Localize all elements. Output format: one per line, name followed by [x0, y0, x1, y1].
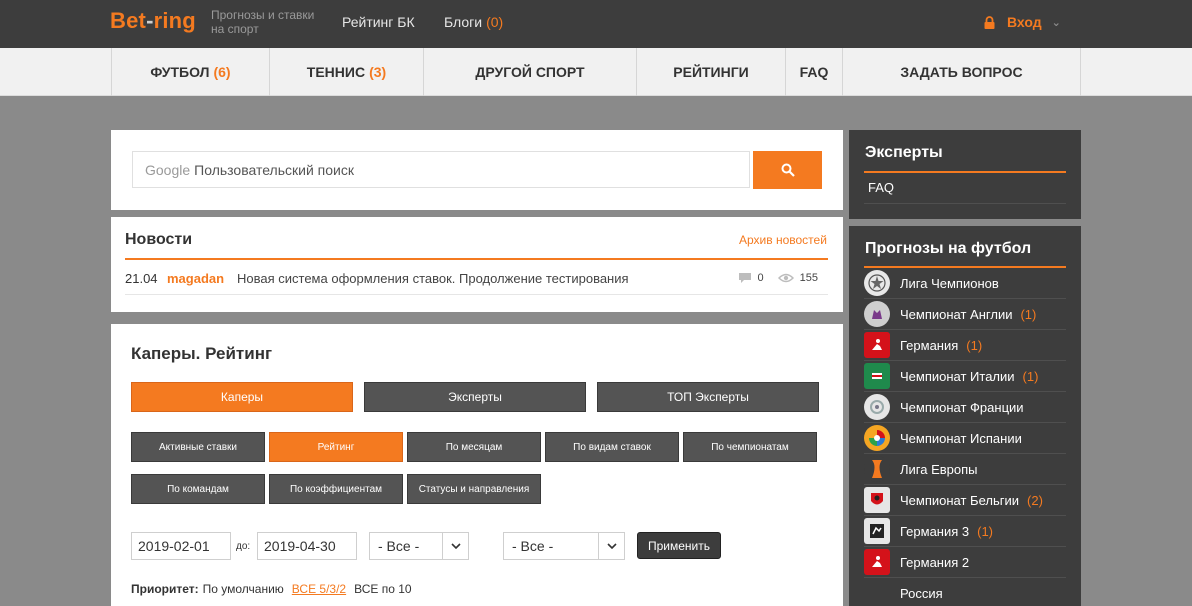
russia-league-icon [864, 581, 890, 606]
football-title: Прогнозы на футбол [865, 240, 1032, 257]
nav-other-sport[interactable]: Другой спорт [423, 48, 636, 96]
league-france[interactable]: Чемпионат Франции [864, 392, 1066, 423]
league-russia[interactable]: Россия [864, 578, 1066, 606]
date-separator: до: [236, 541, 251, 552]
chevron-down-icon [598, 533, 624, 559]
tab-top-experts[interactable]: ТОП Эксперты [597, 382, 819, 412]
league-germany-2[interactable]: Германия 2 [864, 547, 1066, 578]
subtab-by-odds[interactable]: По коэффициентам [269, 474, 403, 504]
league-germany-3[interactable]: Германия 3 (1) [864, 516, 1066, 547]
subtab-by-championships[interactable]: По чемпионатам [683, 432, 817, 462]
league-champions-league[interactable]: Лига Чемпионов [864, 268, 1066, 299]
blogs-link[interactable]: Блоги (0) [444, 14, 503, 30]
login-button[interactable]: Вход ⌄ [984, 14, 1061, 30]
ligue-1-icon [864, 394, 890, 420]
league-europa[interactable]: Лига Европы [864, 454, 1066, 485]
nav-faq[interactable]: FAQ [785, 48, 842, 96]
nav-tennis[interactable]: Теннис (3) [269, 48, 423, 96]
europa-league-icon [864, 456, 890, 482]
divider [864, 203, 1066, 204]
bundesliga-icon [864, 332, 890, 358]
filter-select-2[interactable]: - Все - [503, 532, 625, 560]
tab-cappers[interactable]: Каперы [131, 382, 353, 412]
priority-all-10[interactable]: ВСЕ по 10 [354, 582, 411, 596]
date-to-input[interactable]: 2019-04-30 [257, 532, 357, 560]
eye-icon [777, 273, 794, 283]
news-title: Новости [125, 231, 193, 248]
league-belgium[interactable]: Чемпионат Бельгии (2) [864, 485, 1066, 516]
chevron-down-icon: ⌄ [1051, 16, 1061, 29]
search-input[interactable]: Google Пользовательский поиск [132, 151, 750, 188]
news-item[interactable]: 21.04 magadan Новая система оформления с… [125, 262, 828, 295]
experts-divider [864, 171, 1066, 173]
champions-league-icon [864, 270, 890, 296]
comment-icon [738, 273, 751, 283]
subtab-by-bet-types[interactable]: По видам ставок [545, 432, 679, 462]
bk-rating-link[interactable]: Рейтинг БК [342, 14, 415, 30]
belgium-league-icon [864, 487, 890, 513]
league-spain[interactable]: Чемпионат Испании [864, 423, 1066, 454]
nav-football[interactable]: Футбол (6) [111, 48, 269, 96]
lock-icon [984, 15, 995, 29]
tab-experts[interactable]: Эксперты [364, 382, 586, 412]
liga-3-icon [864, 518, 890, 544]
chevron-down-icon [442, 533, 468, 559]
filter-select-1[interactable]: - Все - [369, 532, 469, 560]
la-liga-icon [864, 425, 890, 451]
priority-default[interactable]: По умолчанию [203, 582, 284, 596]
rating-panel [111, 324, 843, 606]
main-nav: Футбол (6) Теннис (3) Другой спорт Рейтинг… [0, 48, 1192, 96]
league-england[interactable]: Чемпионат Англии (1) [864, 299, 1066, 330]
serie-a-icon [864, 363, 890, 389]
subtab-active-bets[interactable]: Активные ставки [131, 432, 265, 462]
site-logo[interactable]: Bet-ring [110, 8, 196, 34]
subtab-by-teams[interactable]: По командам [131, 474, 265, 504]
priority-row: Приоритет: По умолчанию ВСЕ 5/3/2 ВСЕ по… [131, 582, 412, 596]
search-icon [781, 163, 795, 177]
rating-title: Каперы. Рейтинг [131, 344, 273, 363]
news-divider [125, 258, 828, 260]
news-archive-link[interactable]: Архив новостей [739, 233, 827, 247]
site-tagline: Прогнозы и ставки на спорт [211, 8, 315, 36]
top-bar: Bet-ring Прогнозы и ставки на спорт Рейт… [0, 0, 1192, 48]
search-button[interactable] [753, 151, 822, 189]
bundesliga-2-icon [864, 549, 890, 575]
experts-title: Эксперты [865, 144, 943, 161]
premier-league-icon [864, 301, 890, 327]
subtab-rating[interactable]: Рейтинг [269, 432, 403, 462]
nav-ask-question[interactable]: Задать вопрос [842, 48, 1081, 96]
league-germany[interactable]: Германия (1) [864, 330, 1066, 361]
experts-faq-link[interactable]: FAQ [868, 180, 894, 195]
subtab-by-months[interactable]: По месяцам [407, 432, 541, 462]
nav-ratings[interactable]: Рейтинги [636, 48, 785, 96]
league-italy[interactable]: Чемпионат Италии (1) [864, 361, 1066, 392]
date-from-input[interactable]: 2019-02-01 [131, 532, 231, 560]
subtab-statuses[interactable]: Статусы и направления [407, 474, 541, 504]
priority-all-532[interactable]: ВСЕ 5/3/2 [292, 582, 346, 596]
apply-button[interactable]: Применить [637, 532, 721, 559]
